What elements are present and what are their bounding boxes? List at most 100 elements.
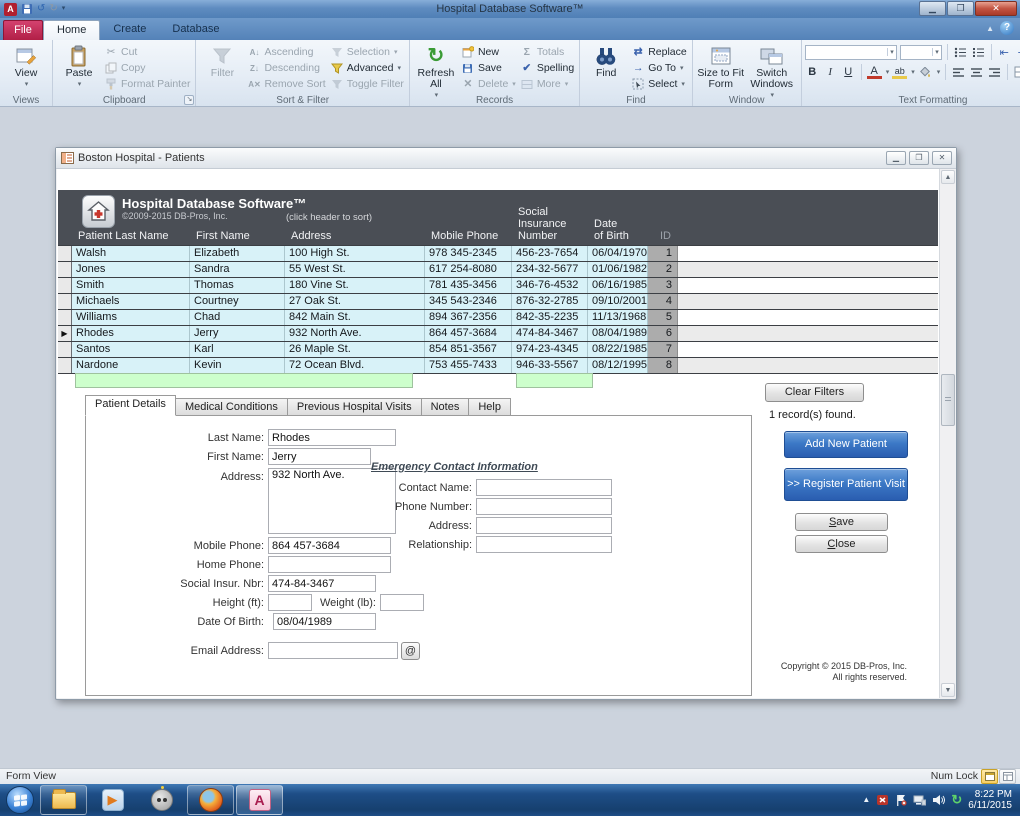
italic-button[interactable]: I xyxy=(823,65,838,80)
descending-button[interactable]: Z↓Descending xyxy=(245,61,327,75)
help-icon[interactable]: ? xyxy=(1000,21,1014,35)
copy-button[interactable]: Copy xyxy=(102,61,192,75)
record-selector[interactable] xyxy=(58,294,72,309)
scroll-up-icon[interactable]: ▲ xyxy=(941,170,955,184)
save-record-button[interactable]: Save xyxy=(459,61,518,75)
taskbar-access-button[interactable]: A xyxy=(236,785,283,815)
table-cell[interactable]: 753 455-7433 xyxy=(425,358,512,373)
contact-relationship-field[interactable] xyxy=(476,536,612,553)
table-cell[interactable]: 08/04/1989 xyxy=(588,326,648,341)
table-cell[interactable]: Nardone xyxy=(72,358,190,373)
patients-window-titlebar[interactable]: Boston Hospital - Patients ▁ ❐ ✕ xyxy=(56,148,956,169)
access-app-icon[interactable]: A xyxy=(4,3,17,16)
filter-input-ssn[interactable] xyxy=(516,373,593,388)
tray-network-icon[interactable] xyxy=(913,794,926,806)
vertical-scrollbar[interactable]: ▲ ▼ xyxy=(939,169,955,698)
align-right-icon[interactable] xyxy=(987,65,1002,80)
delete-record-button[interactable]: ✕Delete▾ xyxy=(459,77,518,91)
select-button[interactable]: Select▾ xyxy=(629,77,689,91)
column-header-id[interactable]: ID xyxy=(650,230,680,243)
new-record-button[interactable]: New xyxy=(459,45,518,59)
taskbar-firefox-button[interactable] xyxy=(187,785,234,815)
taskbar-robot-app-button[interactable] xyxy=(138,785,185,815)
table-cell[interactable]: 4 xyxy=(648,294,678,309)
table-cell[interactable]: 842-35-2235 xyxy=(512,310,588,325)
table-cell[interactable]: 234-32-5677 xyxy=(512,262,588,277)
contact-phone-field[interactable] xyxy=(476,498,612,515)
underline-button[interactable]: U xyxy=(841,65,856,80)
format-painter-button[interactable]: Format Painter xyxy=(102,77,192,91)
table-cell[interactable]: 180 Vine St. xyxy=(285,278,425,293)
replace-button[interactable]: ⇄Replace xyxy=(629,45,689,59)
qat-undo-icon[interactable]: ↺ xyxy=(37,3,45,15)
tab-create[interactable]: Create xyxy=(100,20,159,40)
font-size-combo[interactable]: ▾ xyxy=(900,45,942,60)
totals-button[interactable]: ΣTotals xyxy=(518,45,576,59)
form-view-button[interactable] xyxy=(981,769,998,784)
bullets-icon[interactable] xyxy=(953,45,968,60)
record-selector[interactable]: ▶ xyxy=(58,326,72,341)
table-row[interactable]: WalshElizabeth100 High St.978 345-234545… xyxy=(58,246,938,262)
last-name-field[interactable] xyxy=(268,429,396,446)
table-cell[interactable]: 946-33-5567 xyxy=(512,358,588,373)
table-row[interactable]: NardoneKevin72 Ocean Blvd.753 455-743394… xyxy=(58,358,938,374)
selection-button[interactable]: Selection▾ xyxy=(328,45,406,59)
close-form-button[interactable]: Close xyxy=(795,535,888,553)
tab-home[interactable]: Home xyxy=(43,20,100,40)
register-patient-visit-button[interactable]: >> Register Patient Visit xyxy=(784,468,908,501)
record-selector[interactable] xyxy=(58,246,72,261)
table-cell[interactable]: 932 North Ave. xyxy=(285,326,425,341)
table-row[interactable]: SmithThomas180 Vine St.781 435-3456346-7… xyxy=(58,278,938,294)
align-left-icon[interactable] xyxy=(951,65,966,80)
align-center-icon[interactable] xyxy=(969,65,984,80)
child-restore-button[interactable]: ❐ xyxy=(909,151,929,165)
ascending-button[interactable]: A↓Ascending xyxy=(245,45,327,59)
filter-button[interactable]: Filter xyxy=(199,42,245,79)
home-phone-field[interactable] xyxy=(268,556,391,573)
contact-address-field[interactable] xyxy=(476,517,612,534)
show-hidden-icons[interactable]: ▲ xyxy=(862,794,870,806)
table-cell[interactable]: 72 Ocean Blvd. xyxy=(285,358,425,373)
taskbar-clock[interactable]: 8:22 PM 6/11/2015 xyxy=(968,789,1016,811)
table-row[interactable]: MichaelsCourtney27 Oak St.345 543-234687… xyxy=(58,294,938,310)
height-field[interactable] xyxy=(268,594,312,611)
table-cell[interactable]: 876-32-2785 xyxy=(512,294,588,309)
table-cell[interactable]: 842 Main St. xyxy=(285,310,425,325)
record-selector[interactable] xyxy=(58,262,72,277)
table-cell[interactable]: Santos xyxy=(72,342,190,357)
qat-save-icon[interactable] xyxy=(21,3,33,15)
filter-input-names[interactable] xyxy=(75,373,413,388)
table-cell[interactable]: 7 xyxy=(648,342,678,357)
font-name-combo[interactable]: ▾ xyxy=(805,45,897,60)
maximize-button[interactable]: ❐ xyxy=(947,1,974,16)
column-header-first-name[interactable]: First Name xyxy=(192,230,287,243)
table-cell[interactable]: 27 Oak St. xyxy=(285,294,425,309)
table-cell[interactable]: 08/12/1995 xyxy=(588,358,648,373)
column-header-ssn[interactable]: Social Insurance Number xyxy=(514,206,590,243)
table-cell[interactable]: 1 xyxy=(648,246,678,261)
table-cell[interactable]: 345 543-2346 xyxy=(425,294,512,309)
remove-sort-button[interactable]: A✕Remove Sort xyxy=(245,77,327,91)
cut-button[interactable]: ✂Cut xyxy=(102,45,192,59)
toggle-filter-button[interactable]: Toggle Filter xyxy=(328,77,406,91)
table-cell[interactable]: 06/16/1985 xyxy=(588,278,648,293)
highlight-button[interactable]: ab xyxy=(892,66,907,79)
collapse-ribbon-icon[interactable]: ▲ xyxy=(986,24,994,33)
add-new-patient-button[interactable]: Add New Patient xyxy=(784,431,908,458)
table-row[interactable]: SantosKarl26 Maple St.854 851-3567974-23… xyxy=(58,342,938,358)
table-cell[interactable]: Karl xyxy=(190,342,285,357)
tab-file[interactable]: File xyxy=(3,20,43,40)
tray-volume-icon[interactable] xyxy=(932,794,945,806)
view-button[interactable]: View▾ xyxy=(3,42,49,90)
table-cell[interactable]: 617 254-8080 xyxy=(425,262,512,277)
table-cell[interactable]: 100 High St. xyxy=(285,246,425,261)
table-cell[interactable]: 2 xyxy=(648,262,678,277)
table-cell[interactable]: 474-84-3467 xyxy=(512,326,588,341)
table-cell[interactable]: Chad xyxy=(190,310,285,325)
clear-filters-button[interactable]: Clear Filters xyxy=(765,383,864,402)
tab-patient-details[interactable]: Patient Details xyxy=(85,395,176,416)
tab-previous-visits[interactable]: Previous Hospital Visits xyxy=(288,398,422,416)
bold-button[interactable]: B xyxy=(805,65,820,80)
child-close-button[interactable]: ✕ xyxy=(932,151,952,165)
switch-windows-button[interactable]: Switch Windows▾ xyxy=(746,42,798,101)
